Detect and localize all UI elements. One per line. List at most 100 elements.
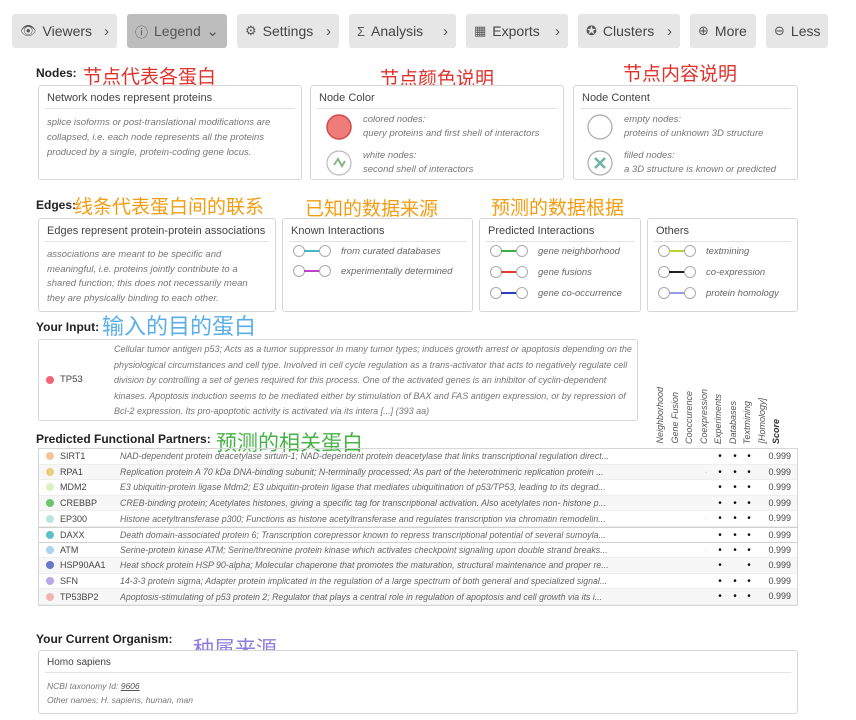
partner-name[interactable]: EP300 [60,514,120,524]
evidence-dot [656,543,668,559]
box-title: Network nodes represent proteins [47,92,213,104]
edge-gene-neighborhood: gene neighborhood [490,245,620,257]
partner-color-dot [46,545,54,554]
white-nodes-label: white nodes: second shell of interactors [363,150,474,175]
partner-score: 0.999 [768,466,791,477]
partner-name[interactable]: SFN [60,576,120,586]
column-header: Cooccurence [684,390,694,444]
partner-row[interactable]: SFN 14-3-3 protein sigma; Adapter protein… [39,574,797,590]
input-protein-description: Cellular tumor antigen p53; Acts as a tu… [114,344,632,416]
input-protein-name[interactable]: TP53 [60,374,83,385]
taxonomy-link[interactable]: 9606 [121,681,140,691]
box-text: associations are meant to be specific an… [47,249,248,304]
evidence-dot [685,480,697,496]
evidence-dot [729,558,741,574]
partner-row[interactable]: TP53BP2 Apoptosis-stimulating of p53 prot… [39,589,797,605]
evidence-dot: • [733,591,737,603]
evidence-dot: • [733,497,737,509]
evidence-dot [656,465,668,481]
evidence-dot: • [718,575,722,587]
partner-description: Replication protein A 70 kDa DNA-binding… [120,466,604,477]
partner-color-dot [46,467,54,476]
settings-button[interactable]: ⚙ Settings › [237,14,339,48]
evidence-dot [671,480,683,496]
less-button[interactable]: ⊖ Less [766,14,828,48]
evidence-dot [685,589,697,605]
predicted-annotation: 预测的数据根据 [491,197,625,219]
organism-name: Homo sapiens [47,657,111,668]
chevron-right-icon: › [667,22,672,40]
evidence-dot [656,496,668,512]
partner-description: E3 ubiquitin-protein ligase Mdm2; E3 ubi… [120,482,606,493]
evidence-dot: • [718,466,722,478]
evidence-dot: • [747,482,751,494]
box-title: Edges represent protein-protein associat… [47,225,266,237]
partner-name[interactable]: DAXX [60,530,120,540]
clusters-button[interactable]: ✪ Clusters › [578,14,680,48]
evidence-dot [685,528,697,544]
organism-section-label: Your Current Organism: [36,632,173,646]
white-node-icon [326,150,352,176]
column-header: Experiments [713,393,723,444]
partner-description: Histone acetyltransferase p300; Function… [120,513,606,524]
evidence-dot [700,496,712,512]
edge-gene-fusions: gene fusions [490,266,592,278]
partner-name[interactable]: MDM2 [60,482,120,492]
evidence-dot [671,574,683,590]
partners-section-label: Predicted Functional Partners: [36,432,211,446]
partner-name[interactable]: SIRT1 [60,451,120,461]
partner-score: 0.999 [768,560,791,571]
partner-row[interactable]: DAXX Death domain-associated protein 6; T… [39,526,797,544]
partner-row[interactable]: RPA1 Replication protein A 70 kDa DNA-bin… [39,464,797,481]
evidence-dot: • [718,482,722,494]
partner-name[interactable]: HSP90AA1 [60,560,120,570]
evidence-dot [671,511,683,527]
evidence-dot [671,543,683,559]
partner-name[interactable]: ATM [60,545,120,555]
partner-row[interactable]: SIRT1 NAD-dependent protein deacetylase s… [39,449,797,465]
evidence-dot: • [718,513,722,525]
gear-icon: ⚙ [245,23,257,38]
legend-button[interactable]: ⓘ Legend ⌄ [127,14,227,48]
partner-row[interactable]: CREBBP CREB-binding protein; Acetylates h… [39,495,797,512]
analysis-button[interactable]: Σ Analysis › [349,14,456,48]
node-content-annotation: 节点内容说明 [623,63,738,85]
partner-row[interactable]: EP300 Histone acetyltransferase p300; Fun… [39,511,797,527]
edges-info-box: Edges represent protein-protein associat… [38,218,276,312]
evidence-dot: • [733,575,737,587]
column-header: Databases [728,400,738,444]
column-header: Gene Fusion [670,392,680,444]
column-header: Textmining [742,400,752,444]
box-title: Node Color [319,92,375,104]
partner-color-dot [46,561,54,570]
evidence-dot: • [733,529,737,541]
evidence-dot: • [747,575,751,587]
partner-row[interactable]: ATM Serine-protein kinase ATM; Serine/thr… [39,543,797,559]
table-icon: ▦ [474,23,487,38]
partner-color-dot [46,514,54,523]
more-button[interactable]: ⊕ More [690,14,756,48]
partner-name[interactable]: CREBBP [60,498,120,508]
partner-score: 0.999 [768,482,791,493]
evidence-dot: · [704,466,708,478]
evidence-dot [656,589,668,605]
partner-name[interactable]: TP53BP2 [60,592,120,602]
partner-name[interactable]: RPA1 [60,467,120,477]
evidence-dot [685,449,697,465]
filled-nodes-label: filled nodes: a 3D structure is known or… [624,150,777,175]
exports-button[interactable]: ▦ Exports › [466,14,568,48]
chevron-right-icon: › [555,22,560,40]
viewers-button[interactable]: 👁 Viewers › [12,14,117,48]
partner-row[interactable]: MDM2 E3 ubiquitin-protein ligase Mdm2; E3… [39,480,797,496]
evidence-dot [656,528,668,544]
evidence-dot: • [718,560,722,572]
partner-color-dot [46,499,54,508]
evidence-dot [685,465,697,481]
partner-color-dot [46,530,54,539]
partner-row[interactable]: HSP90AA1 Heat shock protein HSP 90-alpha;… [39,558,797,574]
edges-section-label: Edges: [36,198,77,212]
column-header: Neighborhood [655,387,665,444]
partners-table: SIRT1 NAD-dependent protein deacetylase s… [38,448,798,606]
partner-description: NAD-dependent protein deacetylase sirtui… [120,451,609,462]
evidence-dot [656,574,668,590]
